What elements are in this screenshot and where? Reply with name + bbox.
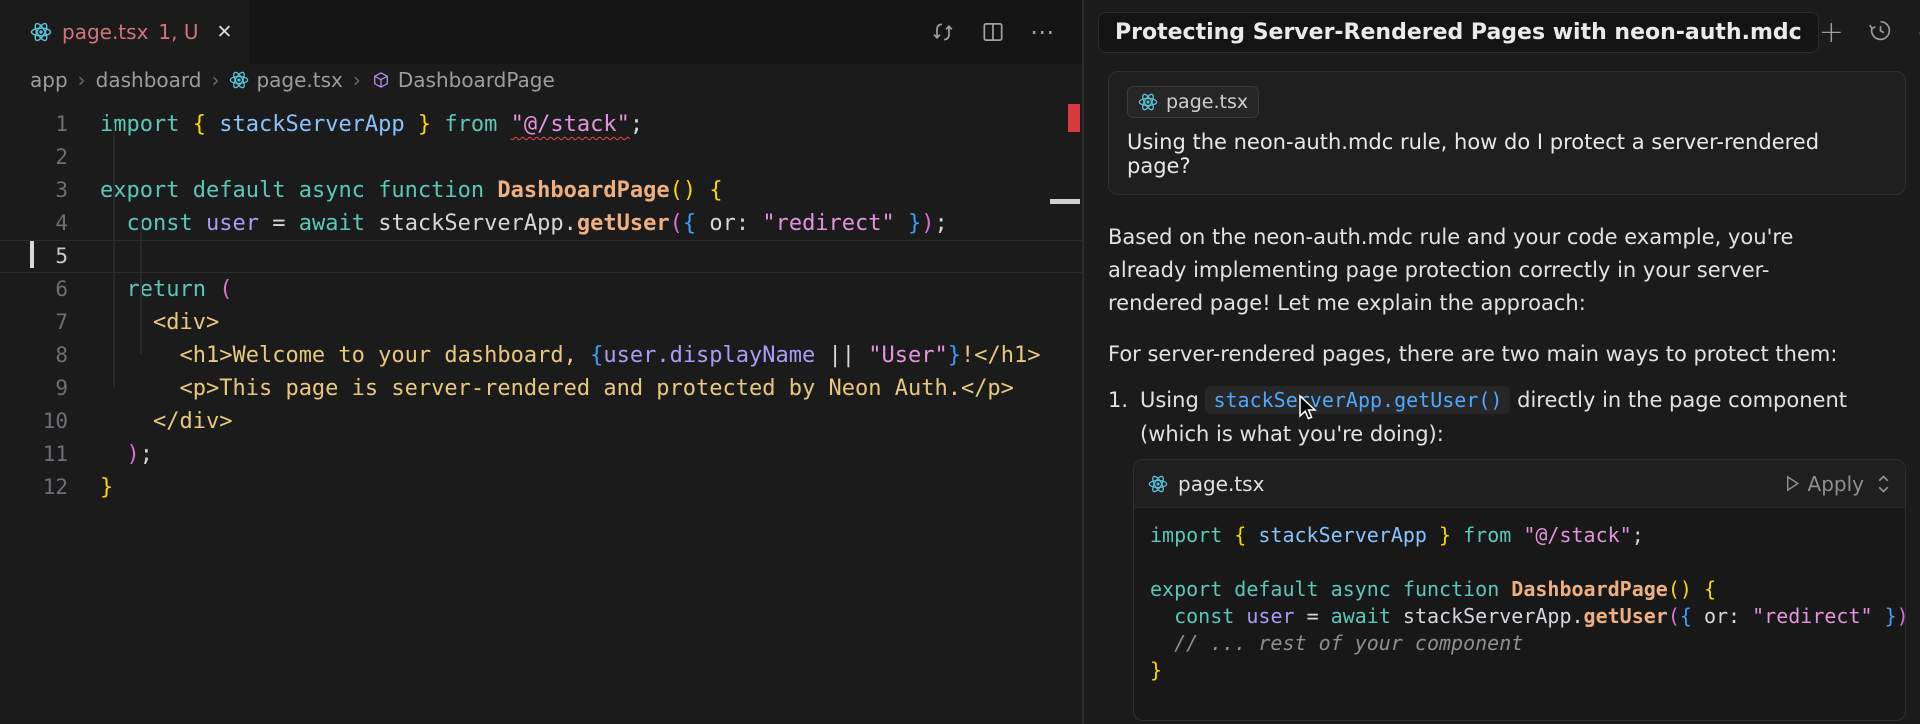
new-chat-icon[interactable]: +	[1819, 22, 1844, 44]
react-icon	[30, 21, 52, 43]
gutter-marker	[30, 241, 34, 268]
code-line[interactable]: 1import { stackServerApp } from "@/stack…	[0, 108, 1082, 141]
line-number: 4	[0, 207, 68, 240]
line-number: 2	[0, 141, 68, 174]
assistant-paragraph: Based on the neon-auth.mdc rule and your…	[1108, 221, 1808, 320]
file-chip-label: page.tsx	[1166, 91, 1248, 113]
react-icon	[1148, 474, 1168, 494]
list-marker: 1.	[1108, 383, 1140, 451]
inline-code: stackServerApp.getUser()	[1205, 386, 1510, 414]
breadcrumb-separator: ›	[78, 68, 86, 92]
chat-header: Protecting Server-Rendered Pages with ne…	[1084, 0, 1920, 61]
overview-ruler-error-marker	[1068, 104, 1080, 132]
code-area[interactable]: 1import { stackServerApp } from "@/stack…	[0, 96, 1082, 504]
code-line[interactable]: // ... rest of your component	[1150, 630, 1889, 657]
breadcrumb-dashboardpage[interactable]: DashboardPage	[371, 68, 555, 92]
overview-ruler-cursor-marker	[1050, 199, 1080, 204]
breadcrumb-separator: ›	[353, 68, 361, 92]
code-line[interactable]: 10 </div>	[0, 405, 1082, 438]
close-tab-icon[interactable]: ✕	[216, 21, 232, 43]
code-line[interactable]: 5	[0, 240, 1082, 273]
code-line[interactable]: }	[1150, 657, 1889, 684]
editor-pane: page.tsx 1, U ✕	[0, 0, 1082, 724]
line-number: 1	[0, 108, 68, 141]
code-block-header: page.tsx Apply	[1134, 460, 1905, 508]
code-line[interactable]: 6 return (	[0, 273, 1082, 306]
line-number: 7	[0, 306, 68, 339]
split-editor-icon[interactable]	[980, 19, 1006, 45]
ai-chat-panel: Protecting Server-Rendered Pages with ne…	[1084, 0, 1920, 724]
indent-guide	[113, 123, 115, 387]
tab-label: page.tsx	[62, 20, 148, 44]
app-window: page.tsx 1, U ✕	[0, 0, 1920, 724]
breadcrumb: app › dashboard › page.tsx › DashboardPa…	[0, 64, 1082, 96]
code-line[interactable]: 9 <p>This page is server-rendered and pr…	[0, 372, 1082, 405]
assistant-list-item: 1. Using stackServerApp.getUser() direct…	[1108, 383, 1906, 451]
breadcrumb-page-tsx[interactable]: page.tsx	[229, 68, 342, 92]
chat-body: page.tsx Using the neon-auth.mdc rule, h…	[1084, 61, 1920, 721]
open-changes-icon[interactable]	[930, 19, 956, 45]
user-question-text: Using the neon-auth.mdc rule, how do I p…	[1127, 130, 1887, 178]
line-number: 11	[0, 438, 68, 471]
cube-icon	[371, 70, 391, 90]
editor-more-actions-icon[interactable]: ⋯	[1030, 18, 1056, 46]
line-number: 9	[0, 372, 68, 405]
code-line[interactable]: 3export default async function Dashboard…	[0, 174, 1082, 207]
line-number: 8	[0, 339, 68, 372]
code-line[interactable]: 12}	[0, 471, 1082, 504]
tab-bar: page.tsx 1, U ✕	[0, 0, 1082, 64]
code-line[interactable]: 8 <h1>Welcome to your dashboard, {user.d…	[0, 339, 1082, 372]
line-number: 12	[0, 471, 68, 504]
list-text: Using	[1140, 388, 1205, 412]
tabbar-spacer	[251, 0, 930, 64]
line-number: 3	[0, 174, 68, 207]
file-chip[interactable]: page.tsx	[1127, 86, 1259, 118]
react-icon	[1138, 92, 1158, 112]
apply-button[interactable]: Apply	[1785, 472, 1864, 496]
code-block-card: page.tsx Apply imp	[1133, 459, 1906, 721]
line-number: 5	[0, 240, 68, 273]
tab-page-tsx[interactable]: page.tsx 1, U ✕	[0, 0, 251, 64]
code-line[interactable]: export default async function DashboardP…	[1150, 576, 1889, 603]
code-line[interactable]: const user = await stackServerApp.getUse…	[1150, 603, 1889, 630]
expand-collapse-icon[interactable]	[1876, 473, 1891, 495]
line-number: 10	[0, 405, 68, 438]
tab-problems-badge: 1, U	[158, 20, 198, 44]
indent-guide	[140, 222, 142, 354]
history-icon[interactable]	[1868, 18, 1893, 47]
code-line[interactable]: import { stackServerApp } from "@/stack"…	[1150, 522, 1889, 549]
code-line[interactable]: 4 const user = await stackServerApp.getU…	[0, 207, 1082, 240]
breadcrumb-dashboard[interactable]: dashboard	[96, 68, 202, 92]
breadcrumb-app[interactable]: app	[30, 68, 68, 92]
user-message-card: page.tsx Using the neon-auth.mdc rule, h…	[1108, 71, 1906, 195]
code-line[interactable]: 7 <div>	[0, 306, 1082, 339]
breadcrumb-separator: ›	[211, 68, 219, 92]
assistant-paragraph: For server-rendered pages, there are two…	[1108, 338, 1906, 371]
react-icon	[229, 70, 249, 90]
play-icon	[1785, 475, 1800, 492]
code-block-body[interactable]: import { stackServerApp } from "@/stack"…	[1134, 508, 1905, 720]
line-number: 6	[0, 273, 68, 306]
code-block-filename: page.tsx	[1178, 472, 1264, 496]
code-line[interactable]	[1150, 549, 1889, 576]
chat-title[interactable]: Protecting Server-Rendered Pages with ne…	[1098, 12, 1819, 53]
code-line[interactable]: 11 );	[0, 438, 1082, 471]
code-line[interactable]: 2	[0, 141, 1082, 174]
